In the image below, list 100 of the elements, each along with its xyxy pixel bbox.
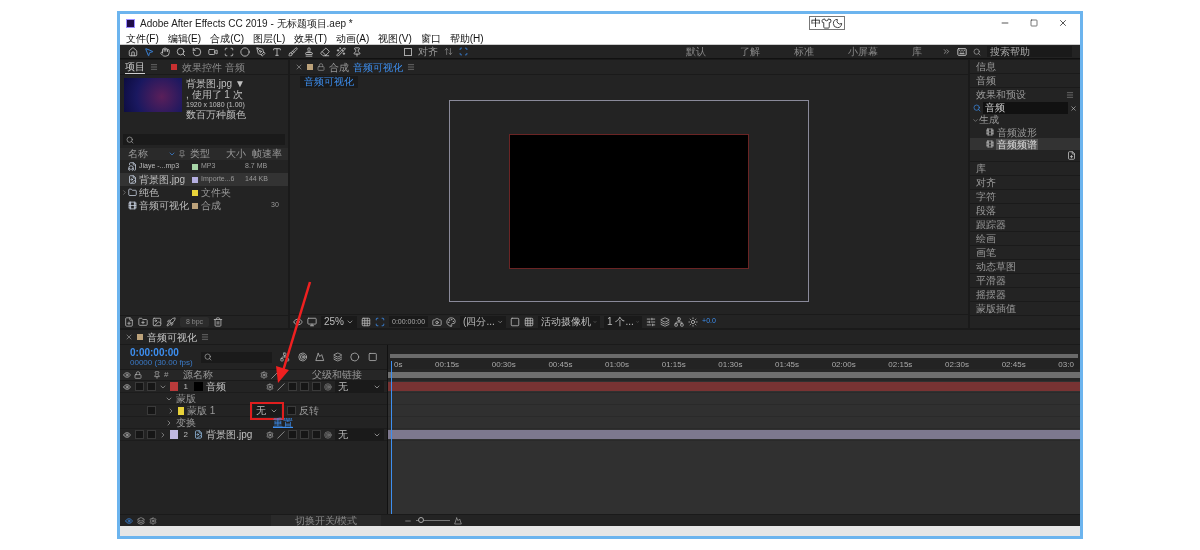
panel-item[interactable]: 画笔 — [970, 246, 1080, 260]
resolution-dropdown[interactable]: (四分... — [460, 315, 507, 328]
stretch-icon[interactable] — [149, 516, 157, 525]
work-area-range[interactable] — [388, 369, 1080, 381]
frame-blending-icon[interactable] — [332, 352, 343, 362]
workspace-tab[interactable]: 小屏幕 — [834, 45, 892, 58]
panel-item[interactable]: 蒙版插值 — [970, 302, 1080, 316]
hand-icon[interactable] — [160, 46, 170, 57]
switch-box[interactable] — [287, 406, 296, 415]
flowchart-icon[interactable] — [674, 316, 685, 327]
composition-flowchart-icon[interactable] — [280, 352, 290, 362]
expand-icon[interactable] — [158, 430, 167, 439]
preview-icon[interactable] — [293, 316, 303, 327]
eye-icon[interactable] — [123, 430, 132, 439]
switch-box[interactable] — [299, 382, 309, 391]
pickwhip-icon[interactable] — [323, 430, 332, 439]
workspace-tab[interactable]: 标准 — [780, 45, 828, 58]
switch-box[interactable] — [288, 382, 297, 391]
expand-icon[interactable] — [972, 116, 979, 124]
layers-icon[interactable] — [660, 316, 671, 327]
panel-item[interactable]: 跟踪器 — [970, 218, 1080, 232]
clear-icon[interactable] — [1070, 104, 1077, 112]
stamp-icon[interactable] — [304, 46, 314, 57]
switch-box[interactable] — [288, 430, 297, 439]
sort-icon[interactable] — [168, 150, 176, 158]
project-row[interactable]: 纯色 文件夹 — [120, 186, 288, 199]
mask-view-icon[interactable] — [375, 316, 385, 327]
panel-tab[interactable]: 效果控件 音频 — [182, 60, 245, 74]
workspace-tab[interactable]: 默认 — [672, 45, 720, 58]
new-folder-icon[interactable] — [138, 317, 148, 327]
brush-icon[interactable] — [288, 46, 298, 57]
new-comp-icon[interactable] — [152, 317, 162, 327]
toggle-switches-button[interactable]: 切换开关/模式 — [271, 515, 381, 526]
panel-item[interactable]: 信息 — [970, 60, 1080, 74]
eye-icon[interactable] — [123, 382, 132, 391]
menu-item[interactable]: 编辑(E) — [167, 31, 202, 45]
lock-icon[interactable] — [317, 63, 325, 71]
switch-box[interactable] — [147, 406, 156, 415]
ellipse-icon[interactable] — [240, 46, 250, 57]
panel-tab[interactable]: 音频可视化 — [353, 60, 403, 74]
panel-item[interactable]: 库 — [970, 162, 1080, 176]
shy-icon[interactable] — [266, 430, 275, 439]
current-time[interactable]: 0:00:00:00 — [130, 347, 193, 358]
modes-icon[interactable] — [137, 516, 145, 525]
menu-item[interactable]: 窗口 — [420, 31, 441, 45]
switch-box[interactable] — [299, 430, 309, 439]
settings-icon[interactable] — [646, 316, 657, 327]
switch-box[interactable] — [311, 382, 321, 391]
label-swatch[interactable] — [169, 430, 179, 439]
menu-item[interactable]: 文件(F) — [126, 31, 159, 45]
panel-item[interactable]: 对齐 — [970, 176, 1080, 190]
switch-box[interactable] — [134, 430, 144, 439]
camera-dropdown[interactable]: 活动摄像机 — [538, 315, 601, 328]
grid-icon[interactable] — [361, 316, 371, 327]
text-icon[interactable] — [272, 46, 282, 57]
interpret-icon[interactable] — [124, 317, 134, 327]
panel-item[interactable]: 绘画 — [970, 232, 1080, 246]
camera-icon[interactable] — [208, 46, 218, 57]
menu-icon[interactable] — [1066, 91, 1074, 99]
project-search-field[interactable] — [123, 134, 285, 145]
transparency-grid-icon[interactable] — [524, 316, 535, 327]
pickwhip-icon[interactable] — [323, 382, 332, 391]
pan-behind-icon[interactable] — [224, 46, 234, 57]
expand-icon[interactable] — [165, 418, 173, 427]
menu-icon[interactable] — [407, 63, 415, 71]
graph-editor-icon[interactable] — [367, 352, 378, 362]
snap-checkbox[interactable] — [404, 47, 412, 56]
property-group[interactable]: 蒙版 — [176, 392, 270, 405]
expand-icon[interactable] — [120, 189, 128, 196]
label-swatch[interactable] — [169, 382, 179, 391]
monitor-icon[interactable] — [307, 316, 317, 327]
panel-item[interactable]: 动态草图 — [970, 260, 1080, 274]
maximize-icon[interactable] — [1030, 19, 1038, 27]
more-icon[interactable] — [942, 47, 951, 56]
motion-blur-icon[interactable] — [350, 352, 360, 362]
color-channel-icon[interactable] — [446, 316, 457, 327]
roto-brush-icon[interactable] — [336, 46, 346, 57]
menu-item[interactable]: 图层(L) — [253, 31, 286, 45]
expand-icon[interactable] — [158, 382, 167, 391]
close-icon[interactable] — [1058, 18, 1068, 28]
rotate-icon[interactable] — [192, 46, 202, 57]
property-group[interactable]: 变换 — [176, 416, 270, 429]
layer-row[interactable]: 2 背景图.jpg 无 — [120, 429, 387, 441]
panel-tab[interactable]: 项目 — [125, 60, 145, 74]
eraser-icon[interactable] — [320, 46, 330, 57]
switch-box[interactable] — [311, 430, 321, 439]
zoom-dropdown[interactable]: 25% — [321, 315, 357, 328]
shy-icon[interactable] — [266, 382, 275, 391]
quality-icon[interactable] — [277, 430, 286, 439]
trash-icon[interactable] — [213, 317, 224, 327]
menu-item[interactable]: 合成(C) — [210, 31, 244, 45]
snap-target-icon[interactable] — [459, 47, 468, 56]
exposure-icon[interactable] — [688, 316, 699, 327]
menu-item[interactable]: 视图(V) — [378, 31, 412, 45]
panel-item[interactable]: 平滑器 — [970, 274, 1080, 288]
draft-3d-icon[interactable] — [297, 352, 308, 362]
layer-row[interactable]: 1 音频 无 — [120, 381, 387, 393]
layer-switches-icon[interactable] — [125, 516, 133, 525]
effects-search-field[interactable]: 音频 — [983, 102, 1068, 114]
zoom-in-icon[interactable] — [454, 516, 462, 525]
